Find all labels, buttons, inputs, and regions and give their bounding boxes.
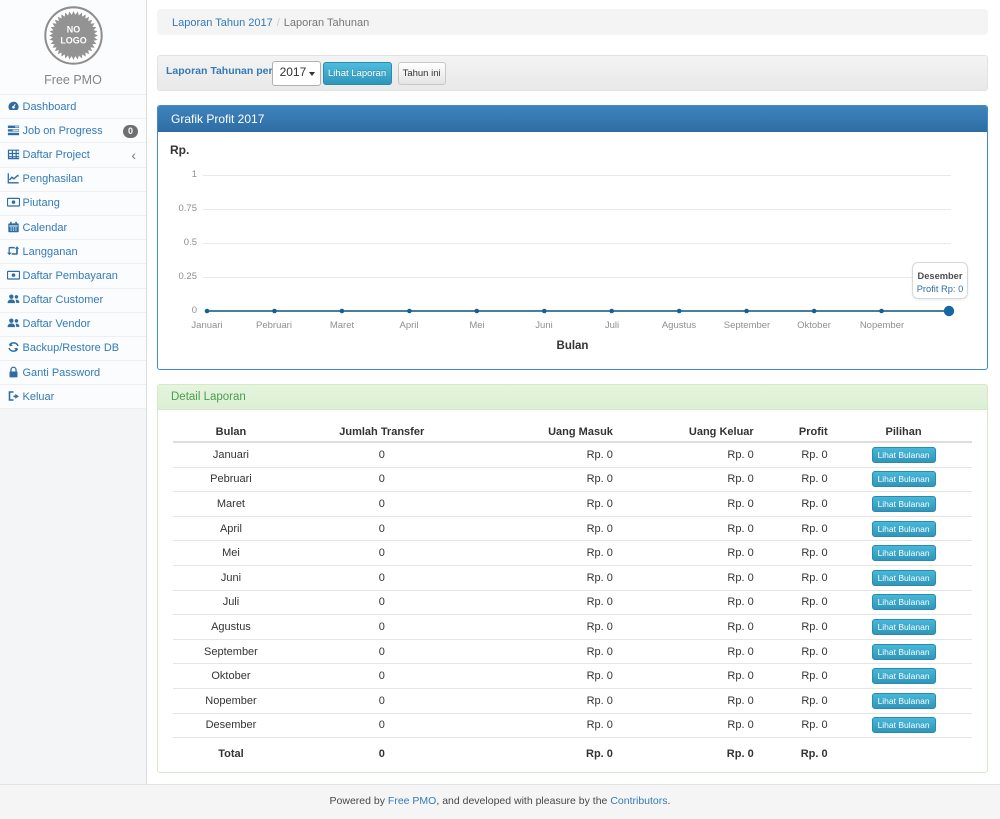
svg-text:NO: NO xyxy=(66,24,79,34)
svg-text:LOGO: LOGO xyxy=(60,36,86,46)
